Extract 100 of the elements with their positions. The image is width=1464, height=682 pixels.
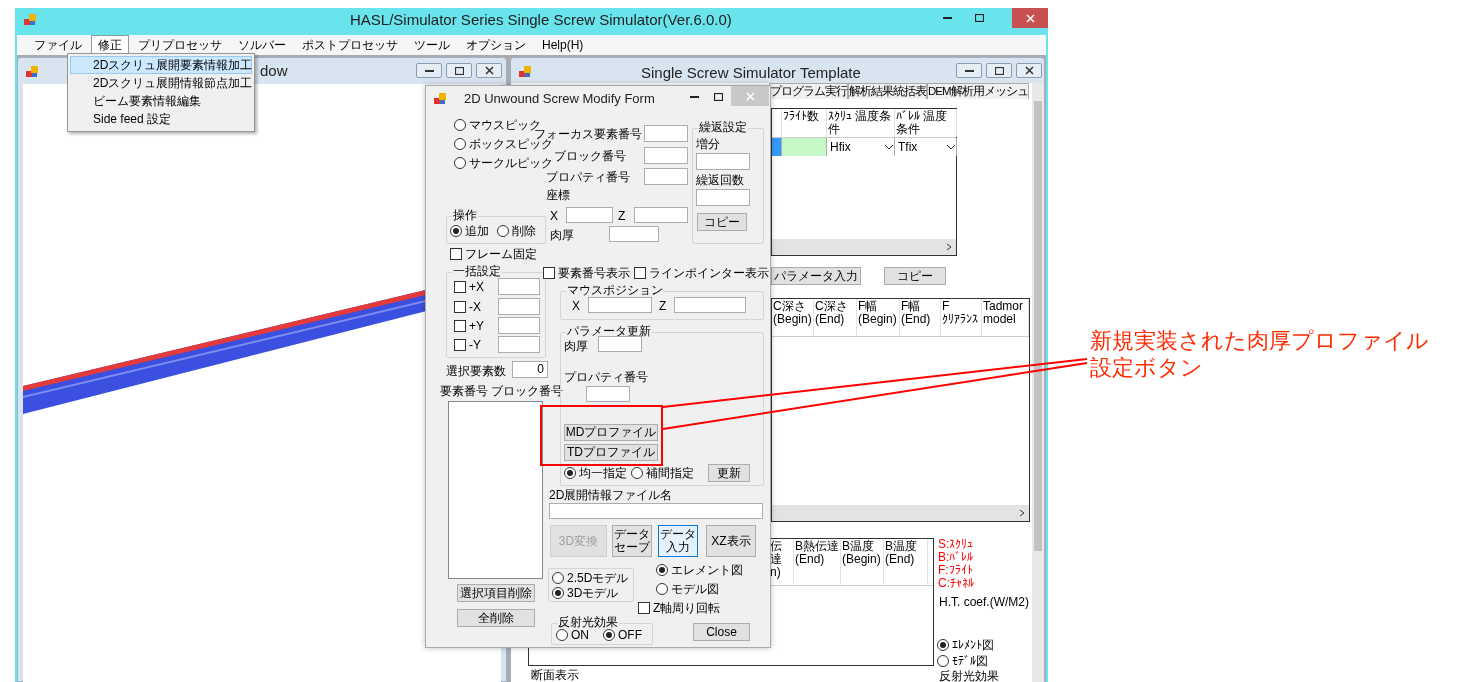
field-label: プロパティ番号 bbox=[564, 370, 648, 384]
close-icon bbox=[1025, 13, 1035, 23]
column-header: ﾌﾗｲﾄ数 bbox=[782, 109, 827, 137]
copy-button[interactable]: コピー bbox=[884, 267, 946, 285]
minimize-button[interactable] bbox=[956, 63, 982, 78]
checkbox[interactable]: 要素番号表示 bbox=[543, 266, 630, 280]
coef-label: H.T. coef.(W/M2) bbox=[939, 595, 1029, 609]
text-field[interactable] bbox=[549, 503, 763, 519]
tab[interactable]: プログラム実行 bbox=[769, 83, 848, 99]
checkbox[interactable]: +Y bbox=[454, 319, 484, 333]
menu-item[interactable]: ツール bbox=[407, 34, 457, 56]
text-field[interactable] bbox=[588, 297, 652, 313]
update-button[interactable]: 更新 bbox=[708, 464, 750, 482]
restore-button[interactable] bbox=[986, 63, 1012, 78]
action-button[interactable]: XZ表示 bbox=[706, 525, 756, 557]
checkbox[interactable]: フレーム固定 bbox=[450, 247, 537, 261]
text-field[interactable] bbox=[609, 226, 659, 242]
text-field[interactable] bbox=[644, 125, 688, 142]
scroll-right-icon[interactable] bbox=[1019, 509, 1025, 517]
radio-button[interactable]: 追加 bbox=[450, 224, 489, 238]
profile-button[interactable]: MDプロファイル bbox=[564, 424, 658, 441]
restore-button[interactable] bbox=[446, 63, 472, 78]
text-field[interactable] bbox=[696, 189, 750, 206]
menu-item[interactable]: プリプロセッサ bbox=[131, 34, 229, 56]
profile-button[interactable]: TDプロファイル bbox=[564, 444, 658, 461]
scroll-right-icon[interactable] bbox=[946, 243, 952, 251]
menu-item[interactable]: Side feed 設定 bbox=[70, 110, 252, 128]
radio-button[interactable]: 3Dモデル bbox=[552, 586, 619, 600]
menu-item[interactable]: ファイル bbox=[27, 34, 89, 56]
radio-button[interactable]: ON bbox=[556, 628, 589, 642]
window-title: HASL/Simulator Series Single Screw Simulator(Ver.6.0.0) bbox=[350, 11, 732, 28]
field-label: X bbox=[550, 209, 558, 223]
column-header: ﾊﾞﾚﾙ 温度条件 bbox=[895, 109, 957, 137]
text-field[interactable] bbox=[634, 207, 688, 223]
dropdown-cell[interactable]: Tfix bbox=[895, 138, 957, 156]
delete-selected-button[interactable]: 選択項目削除 bbox=[457, 584, 535, 602]
minimize-icon bbox=[942, 17, 952, 19]
list-box[interactable] bbox=[448, 401, 543, 579]
text-field[interactable] bbox=[498, 336, 540, 353]
app-icon bbox=[434, 93, 446, 105]
menu-item[interactable]: オプション bbox=[459, 34, 533, 56]
radio-button[interactable]: ｴﾚﾒﾝﾄ図 bbox=[937, 638, 994, 652]
delete-all-button[interactable]: 全削除 bbox=[457, 609, 535, 627]
menu-item[interactable]: 2Dスクリュ展開要素情報加工 bbox=[70, 56, 252, 74]
checkbox[interactable]: -X bbox=[454, 300, 481, 314]
menu-item[interactable]: 修正 bbox=[91, 34, 129, 56]
menu-item[interactable]: Help(H) bbox=[535, 36, 591, 54]
maximize-icon bbox=[454, 66, 464, 75]
text-field[interactable]: 0 bbox=[512, 361, 548, 378]
dropdown-cell[interactable]: Hfix bbox=[827, 138, 895, 156]
radio-button[interactable]: 2.5Dモデル bbox=[552, 571, 629, 585]
radio-button[interactable]: 補間指定 bbox=[631, 466, 694, 480]
tab[interactable]: DEM解析用メッシュ bbox=[927, 83, 1029, 99]
close-button[interactable] bbox=[476, 63, 502, 78]
minimize-icon bbox=[424, 69, 434, 72]
menu-item[interactable]: ソルバー bbox=[231, 34, 293, 56]
copy-button[interactable]: コピー bbox=[697, 213, 747, 231]
text-field[interactable] bbox=[566, 207, 613, 223]
radio-button[interactable]: OFF bbox=[603, 628, 642, 642]
table-cell bbox=[782, 138, 827, 156]
menu-item[interactable]: ポストプロセッサ bbox=[295, 34, 405, 56]
legend-text: B:ﾊﾞﾚﾙ bbox=[938, 551, 974, 564]
action-button[interactable]: データセーブ bbox=[612, 525, 652, 557]
text-field[interactable] bbox=[498, 317, 540, 334]
text-field[interactable] bbox=[644, 168, 688, 185]
parameter-input-button[interactable]: パラメータ入力 bbox=[771, 267, 861, 285]
close-button[interactable]: Close bbox=[693, 623, 750, 641]
radio-button[interactable]: 均一指定 bbox=[564, 466, 627, 480]
checkbox[interactable]: Z軸周り回転 bbox=[638, 601, 721, 615]
text-field[interactable] bbox=[696, 153, 750, 170]
text-field[interactable] bbox=[598, 336, 642, 352]
text-field[interactable] bbox=[674, 297, 746, 313]
maximize-icon bbox=[713, 93, 723, 101]
checkbox[interactable]: +X bbox=[454, 280, 484, 294]
radio-button[interactable]: ﾓﾃﾞﾙ図 bbox=[937, 654, 988, 668]
tab[interactable]: 解析結果統括表 bbox=[848, 83, 927, 99]
radio-button[interactable]: マウスピック bbox=[454, 118, 541, 132]
menu-item[interactable]: ビーム要素情報編集 bbox=[70, 92, 252, 110]
scrollbar[interactable] bbox=[1032, 83, 1044, 682]
text-field[interactable] bbox=[644, 147, 688, 164]
checkbox[interactable]: -Y bbox=[454, 338, 481, 352]
column-header: C深さ (End) bbox=[814, 299, 857, 336]
column-header: ｽｸﾘｭ 温度条件 bbox=[827, 109, 895, 137]
menu-item[interactable]: 2Dスクリュ展開情報節点加工 bbox=[70, 74, 252, 92]
checkbox[interactable]: ラインポインター表示 bbox=[634, 266, 769, 280]
radio-button[interactable]: エレメント図 bbox=[656, 563, 743, 577]
radio-button[interactable]: モデル図 bbox=[656, 582, 719, 596]
close-button[interactable] bbox=[1016, 63, 1042, 78]
window-title: 2D Unwound Screw Modify Form bbox=[464, 91, 655, 106]
radio-button[interactable]: サークルピック bbox=[454, 156, 553, 170]
minimize-button[interactable] bbox=[416, 63, 442, 78]
action-button[interactable]: データ入力 bbox=[658, 525, 698, 557]
text-field[interactable] bbox=[586, 386, 630, 402]
radio-button[interactable]: 削除 bbox=[497, 224, 536, 238]
group-title: 反射光効果 bbox=[557, 615, 619, 629]
text-field[interactable] bbox=[498, 278, 540, 295]
text-field[interactable] bbox=[498, 298, 540, 315]
minimize-icon bbox=[964, 69, 974, 72]
field-label: 増分 bbox=[696, 137, 720, 151]
field-label: 選択要素数 bbox=[446, 364, 506, 378]
